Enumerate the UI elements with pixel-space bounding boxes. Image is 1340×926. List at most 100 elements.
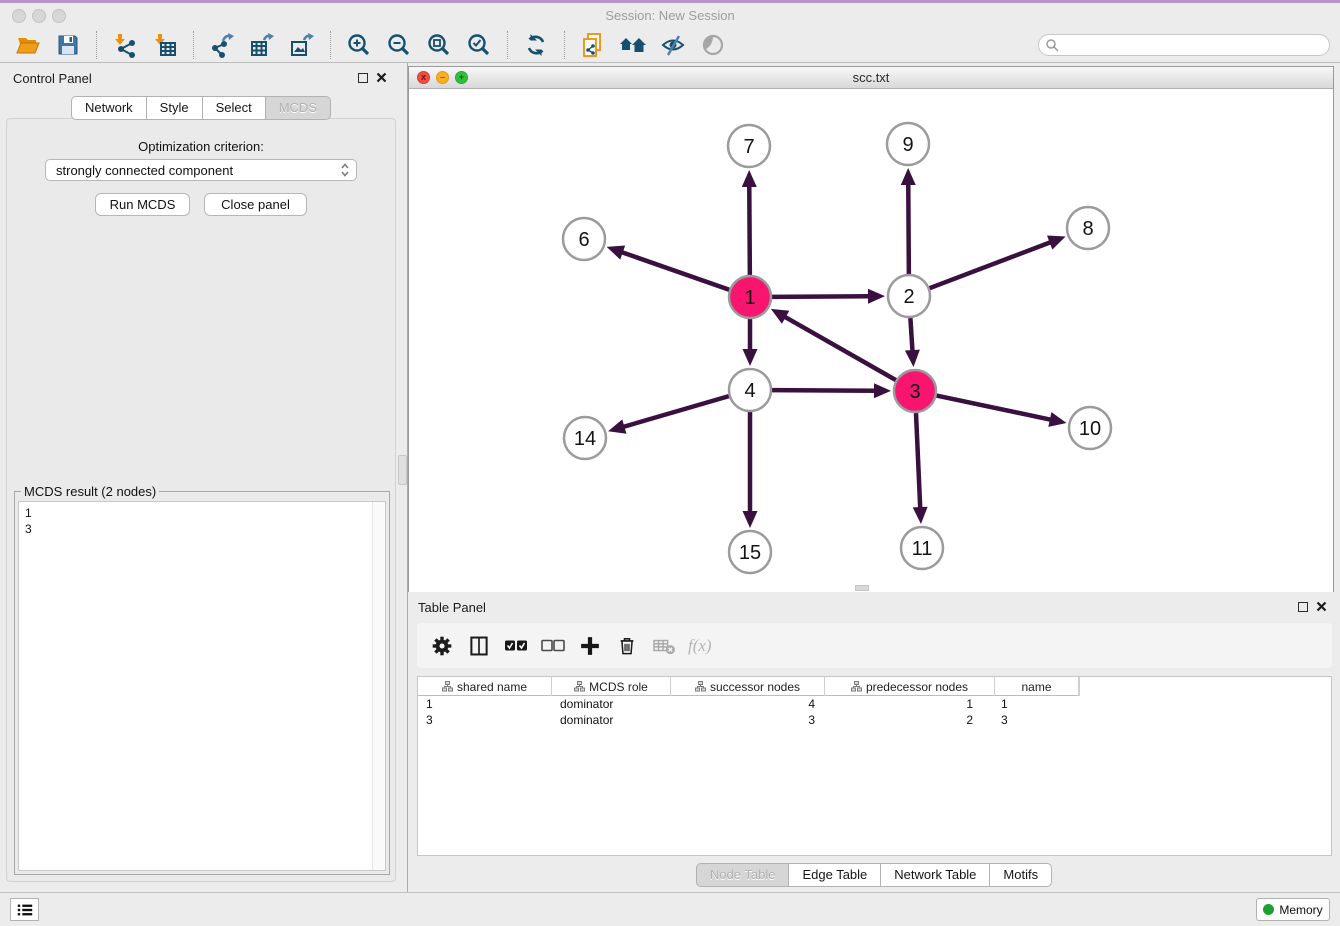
column-type-icon: [851, 681, 862, 692]
edge-3-1[interactable]: [784, 316, 896, 380]
network-minimize-button[interactable]: –: [436, 71, 449, 84]
column-header-successor-nodes[interactable]: successor nodes: [671, 677, 825, 696]
column-manager-icon[interactable]: [464, 631, 494, 661]
table-panel: Table Panel: [408, 592, 1340, 892]
tab-select[interactable]: Select: [203, 96, 266, 120]
float-table-panel-icon[interactable]: [1298, 602, 1308, 612]
edge-1-2[interactable]: [772, 296, 870, 297]
mcds-panel: Optimization criterion: strongly connect…: [6, 118, 396, 882]
export-image-icon[interactable]: [287, 31, 317, 59]
edge-4-3[interactable]: [772, 390, 876, 391]
hide-panel-eye-icon[interactable]: [658, 31, 688, 59]
edge-arrowhead: [743, 349, 758, 366]
memory-button[interactable]: Memory: [1256, 898, 1330, 921]
edge-2-3[interactable]: [910, 318, 912, 352]
float-panel-icon[interactable]: [358, 73, 368, 83]
run-mcds-button[interactable]: Run MCDS: [95, 193, 190, 216]
divider-grip[interactable]: [398, 455, 407, 485]
network-maximize-button[interactable]: +: [455, 71, 468, 84]
task-history-button[interactable]: [10, 898, 39, 921]
zoom-in-icon[interactable]: [344, 31, 374, 59]
clone-network-icon[interactable]: [578, 31, 608, 59]
table-tabs: Node TableEdge TableNetwork TableMotifs: [408, 863, 1340, 887]
zoom-out-icon[interactable]: [384, 31, 414, 59]
network-close-button[interactable]: x: [417, 71, 430, 84]
network-canvas[interactable]: 7968124314101511: [409, 89, 1333, 592]
edge-arrowhead: [913, 507, 928, 524]
column-header-shared-name[interactable]: shared name: [418, 677, 552, 696]
edge-3-11[interactable]: [916, 413, 920, 509]
edge-2-9[interactable]: [908, 183, 909, 274]
dropdown-stepper-icon: [340, 163, 350, 177]
tab-mcds[interactable]: MCDS: [266, 96, 331, 120]
edge-3-10[interactable]: [937, 396, 1052, 420]
tab-network[interactable]: Network: [71, 96, 147, 120]
delete-column-trash-icon[interactable]: [612, 631, 642, 661]
close-panel-button[interactable]: Close panel: [204, 193, 307, 216]
criterion-value: strongly connected component: [56, 163, 340, 178]
table-cell: 1: [418, 696, 552, 712]
delete-table-icon[interactable]: [649, 631, 679, 661]
column-type-icon: [442, 681, 453, 692]
zoom-selected-icon[interactable]: [464, 31, 494, 59]
toolbar-separator: [193, 31, 194, 59]
graph-node-label: 6: [578, 229, 589, 251]
home-view-icon[interactable]: [618, 31, 648, 59]
table-tab-node-table[interactable]: Node Table: [696, 863, 790, 887]
network-titlebar[interactable]: x – + scc.txt: [409, 67, 1333, 89]
graph-node-label: 8: [1082, 218, 1093, 240]
save-session-icon[interactable]: [53, 31, 83, 59]
table-settings-icon[interactable]: [427, 631, 457, 661]
main-toolbar: [0, 28, 1340, 63]
tab-style[interactable]: Style: [147, 96, 203, 120]
open-session-icon[interactable]: [13, 31, 43, 59]
export-table-icon[interactable]: [247, 31, 277, 59]
column-header-predecessor-nodes[interactable]: predecessor nodes: [825, 677, 995, 696]
table-row[interactable]: 1dominator411: [418, 696, 1331, 712]
graph-node-label: 1: [744, 287, 755, 309]
import-network-icon[interactable]: [110, 31, 140, 59]
zoom-fit-icon[interactable]: [424, 31, 454, 59]
edge-arrowhead: [608, 419, 626, 433]
table-cell: 1: [825, 696, 995, 712]
edge-1-7[interactable]: [749, 185, 750, 275]
column-header-label: name: [1021, 680, 1051, 694]
table-panel-title: Table Panel: [418, 600, 486, 615]
column-header-name[interactable]: name: [995, 677, 1079, 696]
table-cell: 1: [995, 696, 1079, 712]
close-panel-icon[interactable]: [375, 71, 388, 84]
table-cell: 3: [995, 712, 1079, 728]
memory-status-dot: [1263, 904, 1274, 915]
application-window: Session: New Session: [0, 0, 1340, 926]
graph-node-label: 7: [743, 136, 754, 158]
result-line: 3: [25, 521, 369, 537]
search-box: [1038, 34, 1330, 56]
canvas-scrollbar-thumb[interactable]: [855, 585, 869, 591]
table-tab-edge-table[interactable]: Edge Table: [789, 863, 881, 887]
edge-2-8[interactable]: [930, 242, 1052, 288]
table-row[interactable]: 3dominator323: [418, 712, 1331, 728]
table-tab-network-table[interactable]: Network Table: [881, 863, 990, 887]
close-table-panel-icon[interactable]: [1315, 600, 1328, 613]
graph-node-label: 11: [912, 538, 933, 560]
column-header-mcds-role[interactable]: MCDS role: [552, 677, 671, 696]
toolbar-separator: [507, 31, 508, 59]
refresh-layout-icon[interactable]: [521, 31, 551, 59]
criterion-dropdown[interactable]: strongly connected component: [45, 159, 357, 181]
edge-4-14[interactable]: [622, 396, 728, 427]
select-all-checkboxes-icon[interactable]: [501, 631, 531, 661]
add-column-icon[interactable]: [575, 631, 605, 661]
import-table-icon[interactable]: [150, 31, 180, 59]
edge-1-6[interactable]: [621, 252, 729, 290]
edge-arrowhead: [1047, 236, 1066, 250]
deselect-all-checkboxes-icon[interactable]: [538, 631, 568, 661]
memory-label: Memory: [1279, 903, 1322, 917]
table-tab-motifs[interactable]: Motifs: [990, 863, 1052, 887]
search-input[interactable]: [1060, 36, 1329, 54]
export-network-icon[interactable]: [207, 31, 237, 59]
function-builder-icon[interactable]: f(x): [688, 636, 712, 656]
network-window: x – + scc.txt 7968124314101511: [408, 66, 1334, 592]
result-scrollbar[interactable]: [372, 502, 385, 870]
graph-node-label: 10: [1079, 418, 1101, 440]
show-panel-eye-icon[interactable]: [698, 31, 728, 59]
